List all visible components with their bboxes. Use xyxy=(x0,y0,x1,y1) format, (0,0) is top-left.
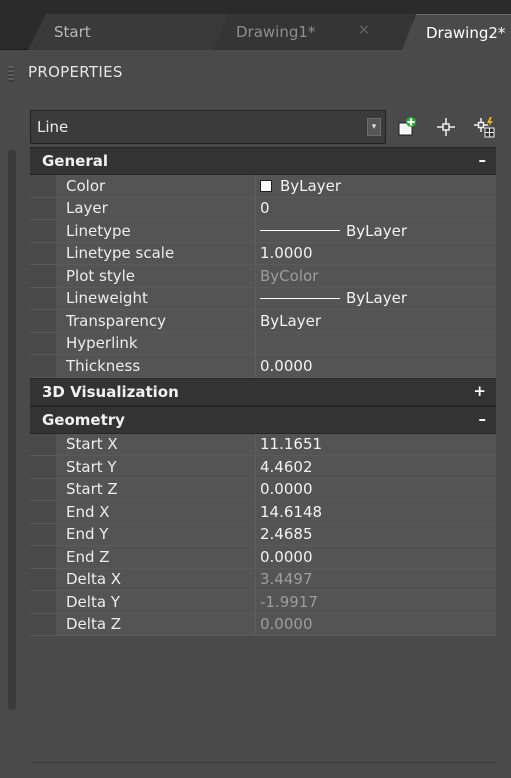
property-value[interactable]: 2.4685 xyxy=(256,523,496,545)
property-label: Hyperlink xyxy=(56,332,256,354)
divider xyxy=(30,762,496,763)
expand-icon[interactable]: + xyxy=(473,382,486,400)
lineweight-preview xyxy=(260,297,340,299)
property-row-linetype[interactable]: Linetype ByLayer xyxy=(30,220,496,243)
property-value[interactable]: ByLayer xyxy=(256,310,496,332)
property-value[interactable]: 0.0000 xyxy=(256,546,496,568)
collapse-icon[interactable]: – xyxy=(479,151,487,169)
property-label: Linetype scale xyxy=(56,242,256,264)
category-geometry[interactable]: Geometry – xyxy=(30,405,496,434)
property-value[interactable]: 0.0000 xyxy=(256,478,496,500)
property-label: Plot style xyxy=(56,265,256,287)
property-value[interactable]: ByLayer xyxy=(256,175,496,197)
property-value[interactable]: 11.1651 xyxy=(256,433,496,455)
property-row-end-x[interactable]: End X 14.6148 xyxy=(30,501,496,524)
property-value: ByColor xyxy=(256,265,496,287)
category-general[interactable]: General – xyxy=(30,147,496,175)
property-value[interactable]: 0.0000 xyxy=(256,355,496,377)
color-swatch-icon xyxy=(260,179,272,192)
property-value[interactable] xyxy=(256,332,496,354)
property-value[interactable]: ByLayer xyxy=(256,220,496,242)
document-tab-strip: Start Drawing1* × Drawing2* xyxy=(0,0,511,50)
property-label: End X xyxy=(56,501,256,523)
property-row-thickness[interactable]: Thickness 0.0000 xyxy=(30,355,496,378)
property-value[interactable]: 0 xyxy=(256,197,496,219)
tab-drawing1[interactable]: Drawing1* × xyxy=(214,14,414,50)
property-row-end-y[interactable]: End Y 2.4685 xyxy=(30,523,496,546)
property-row-lineweight[interactable]: Lineweight ByLayer xyxy=(30,287,496,310)
tab-start[interactable]: Start xyxy=(28,14,228,50)
object-selector-row: Line ▾ xyxy=(30,110,511,144)
property-value: -1.9917 xyxy=(256,591,496,613)
tab-drawing1-label: Drawing1* xyxy=(236,23,316,41)
property-label: Thickness xyxy=(56,355,256,377)
close-icon[interactable]: × xyxy=(358,22,370,38)
property-row-delta-x[interactable]: Delta X 3.4497 xyxy=(30,568,496,591)
property-label: Layer xyxy=(56,197,256,219)
property-grid: General – Color ByLayer Layer 0 Linetype… xyxy=(30,147,496,636)
panel-grip-icon[interactable] xyxy=(8,66,14,82)
property-value: 0.0000 xyxy=(256,613,496,635)
property-row-layer[interactable]: Layer 0 xyxy=(30,197,496,220)
panel-scrollbar[interactable] xyxy=(8,150,16,710)
property-row-end-z[interactable]: End Z 0.0000 xyxy=(30,546,496,569)
property-label: Delta X xyxy=(56,568,256,590)
property-value[interactable]: 4.4602 xyxy=(256,456,496,478)
property-row-delta-z[interactable]: Delta Z 0.0000 xyxy=(30,613,496,636)
property-row-color[interactable]: Color ByLayer xyxy=(30,175,496,198)
lineweight-value-text: ByLayer xyxy=(346,289,407,308)
object-type-dropdown[interactable]: Line ▾ xyxy=(30,110,386,144)
category-geometry-label: Geometry xyxy=(42,410,125,429)
category-general-label: General xyxy=(42,152,108,170)
property-row-hyperlink[interactable]: Hyperlink xyxy=(30,332,496,355)
property-row-delta-y[interactable]: Delta Y -1.9917 xyxy=(30,591,496,614)
property-label: End Y xyxy=(56,523,256,545)
property-label: Color xyxy=(56,175,256,197)
property-row-transparency[interactable]: Transparency ByLayer xyxy=(30,310,496,333)
linetype-value-text: ByLayer xyxy=(346,221,407,240)
toggle-pickadd-icon[interactable] xyxy=(471,114,497,140)
chevron-down-icon[interactable]: ▾ xyxy=(367,118,381,136)
category-3d-visualization[interactable]: 3D Visualization + xyxy=(30,377,496,406)
property-label: Start X xyxy=(56,433,256,455)
panel-title: PROPERTIES xyxy=(28,63,123,81)
tab-drawing2-label: Drawing2* xyxy=(426,23,506,42)
property-value: 3.4497 xyxy=(256,568,496,590)
panel-title-bar[interactable]: PROPERTIES xyxy=(0,50,511,94)
property-row-start-y[interactable]: Start Y 4.4602 xyxy=(30,456,496,479)
linetype-preview xyxy=(260,230,340,232)
property-label: Lineweight xyxy=(56,287,256,309)
property-label: Delta Z xyxy=(56,613,256,635)
property-value[interactable]: ByLayer xyxy=(256,287,496,309)
property-row-plot-style[interactable]: Plot style ByColor xyxy=(30,265,496,288)
tab-start-label: Start xyxy=(54,23,91,41)
property-label: Transparency xyxy=(56,310,256,332)
property-row-start-z[interactable]: Start Z 0.0000 xyxy=(30,478,496,501)
color-value-text: ByLayer xyxy=(280,176,341,195)
category-3d-visualization-label: 3D Visualization xyxy=(42,382,179,401)
property-label: Start Z xyxy=(56,478,256,500)
select-objects-icon[interactable] xyxy=(433,114,459,140)
object-type-value: Line xyxy=(37,118,69,136)
property-row-start-x[interactable]: Start X 11.1651 xyxy=(30,433,496,456)
tab-drawing2[interactable]: Drawing2* xyxy=(402,14,511,50)
property-value[interactable]: 14.6148 xyxy=(256,501,496,523)
property-label: Delta Y xyxy=(56,591,256,613)
property-value[interactable]: 1.0000 xyxy=(256,242,496,264)
property-label: Linetype xyxy=(56,220,256,242)
property-row-linetype-scale[interactable]: Linetype scale 1.0000 xyxy=(30,242,496,265)
property-label: Start Y xyxy=(56,456,256,478)
collapse-icon[interactable]: – xyxy=(479,410,487,428)
quick-select-icon[interactable] xyxy=(394,114,420,140)
property-label: End Z xyxy=(56,546,256,568)
